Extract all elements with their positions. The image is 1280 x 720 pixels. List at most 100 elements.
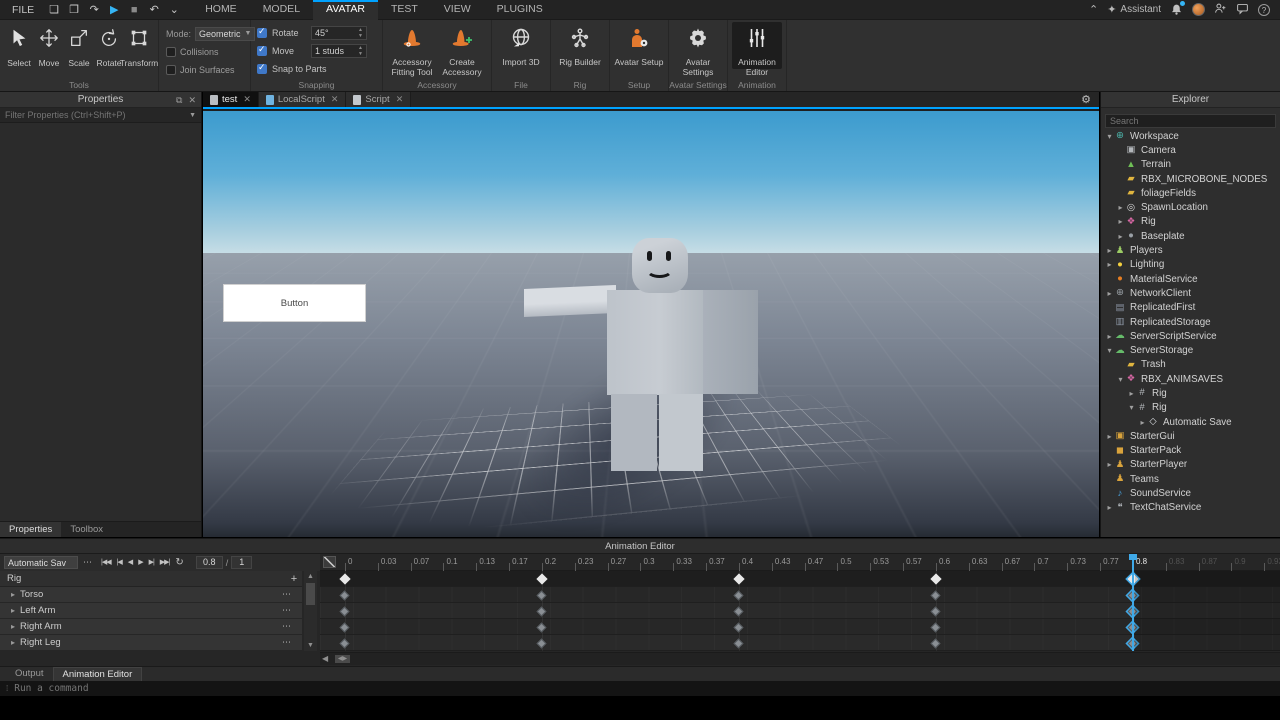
character-left-leg[interactable] bbox=[611, 394, 657, 471]
close-tab-icon[interactable]: ✕ bbox=[331, 94, 339, 105]
move-snap-value[interactable]: 1 studs▲▼ bbox=[311, 44, 367, 58]
expand-arrow-icon[interactable]: ▸ bbox=[8, 638, 18, 647]
tool-scale-button[interactable]: Scale bbox=[64, 23, 94, 68]
character-right-arm[interactable] bbox=[703, 290, 758, 394]
tracks-vertical-scrollbar[interactable]: ▲ ▼ bbox=[304, 571, 317, 651]
play-icon[interactable]: ▶ bbox=[106, 1, 122, 19]
tab-toolbox[interactable]: Toolbox bbox=[61, 522, 112, 537]
tree-item-terrain[interactable]: ▲Terrain bbox=[1101, 158, 1280, 172]
close-panel-icon[interactable]: ✕ bbox=[188, 92, 196, 108]
rotate-snap-checkbox[interactable] bbox=[257, 28, 267, 38]
step-forward-button[interactable]: ▶| bbox=[146, 555, 157, 570]
tree-item-workspace[interactable]: ▾⊕Workspace bbox=[1101, 129, 1280, 143]
loop-button[interactable]: ↻ bbox=[172, 555, 186, 570]
tree-item-trash[interactable]: ▰Trash bbox=[1101, 358, 1280, 372]
timeline[interactable]: 00.030.070.10.130.170.20.230.270.30.330.… bbox=[320, 554, 1280, 666]
expand-arrow-icon[interactable]: ▸ bbox=[1105, 432, 1114, 441]
timeline-horizontal-scrollbar[interactable]: ◀ ◀▶ bbox=[320, 652, 1280, 665]
tree-item-rig[interactable]: ▸❖Rig bbox=[1101, 215, 1280, 229]
dock-tab-animation-editor[interactable]: Animation Editor bbox=[53, 667, 143, 681]
create-accessory-button[interactable]: Create Accessory bbox=[437, 22, 487, 69]
total-time-field[interactable]: 1 bbox=[231, 556, 252, 569]
popout-panel-icon[interactable]: ⧉ bbox=[176, 92, 182, 108]
notifications-bell-icon[interactable] bbox=[1170, 3, 1183, 16]
play-reverse-button[interactable]: ◀ bbox=[125, 555, 135, 570]
add-track-button[interactable]: + bbox=[286, 573, 302, 585]
playhead-line[interactable] bbox=[1132, 554, 1134, 651]
expand-arrow-icon[interactable]: ▾ bbox=[1127, 403, 1136, 412]
skip-to-start-button[interactable]: |◀◀ bbox=[98, 555, 114, 570]
track-menu-button[interactable]: ⋯ bbox=[280, 589, 294, 600]
filter-properties-input[interactable] bbox=[5, 110, 186, 120]
comments-icon[interactable] bbox=[1236, 2, 1249, 18]
step-back-button[interactable]: |◀ bbox=[114, 555, 125, 570]
menu-tab-avatar[interactable]: AVATAR bbox=[313, 0, 378, 20]
document-tab-localscript[interactable]: LocalScript✕ bbox=[259, 92, 347, 107]
scrollbar-thumb[interactable] bbox=[306, 583, 315, 605]
move-snap-checkbox[interactable] bbox=[257, 46, 267, 56]
tree-item-startergui[interactable]: ▸▣StarterGui bbox=[1101, 429, 1280, 443]
animation-menu-button[interactable]: ⋯ bbox=[81, 557, 95, 568]
more-dropdown-icon[interactable]: ⌄ bbox=[166, 1, 182, 19]
scroll-down-icon[interactable]: ▼ bbox=[304, 640, 317, 651]
animation-name-field[interactable] bbox=[4, 556, 78, 569]
track-row-left-arm[interactable]: ▸Left Arm⋯ bbox=[0, 603, 302, 619]
expand-arrow-icon[interactable]: ▸ bbox=[8, 590, 18, 599]
tree-item-spawnlocation[interactable]: ▸◎SpawnLocation bbox=[1101, 200, 1280, 214]
tree-item-serverscriptservice[interactable]: ▸☁ServerScriptService bbox=[1101, 329, 1280, 343]
animation-editor-button[interactable]: Animation Editor bbox=[732, 22, 782, 69]
expand-arrow-icon[interactable]: ▸ bbox=[1105, 289, 1114, 298]
character-torso[interactable] bbox=[607, 290, 703, 395]
tree-item-networkclient[interactable]: ▸⊕NetworkClient bbox=[1101, 286, 1280, 300]
expand-arrow-icon[interactable]: ▸ bbox=[1105, 460, 1114, 469]
import-3d-button[interactable]: Import 3D bbox=[496, 22, 546, 69]
expand-arrow-icon[interactable]: ▾ bbox=[1105, 132, 1114, 141]
gui-button-overlay[interactable]: Button bbox=[223, 284, 366, 322]
tree-item-starterplayer[interactable]: ▸♟StarterPlayer bbox=[1101, 458, 1280, 472]
tree-item-baseplate[interactable]: ▸●Baseplate bbox=[1101, 229, 1280, 243]
redo-icon[interactable]: ↷ bbox=[86, 1, 102, 19]
stepper-arrows-icon[interactable]: ▲▼ bbox=[358, 45, 363, 57]
document-tab-script[interactable]: Script✕ bbox=[346, 92, 411, 107]
tree-item-rig[interactable]: ▸#Rig bbox=[1101, 386, 1280, 400]
expand-arrow-icon[interactable]: ▸ bbox=[1116, 217, 1125, 226]
accessory-fitting-tool-button[interactable]: Accessory Fitting Tool bbox=[387, 22, 437, 69]
collisions-checkbox[interactable] bbox=[166, 47, 176, 57]
track-row-right-arm[interactable]: ▸Right Arm⋯ bbox=[0, 619, 302, 635]
mode-dropdown[interactable]: Geometric ▼ bbox=[195, 27, 255, 41]
skip-to-end-button[interactable]: ▶▶| bbox=[157, 555, 173, 570]
character-right-leg[interactable] bbox=[659, 394, 703, 471]
tool-transform-button[interactable]: Transform bbox=[124, 23, 154, 68]
expand-arrow-icon[interactable]: ▾ bbox=[1105, 346, 1114, 355]
add-collaborator-icon[interactable] bbox=[1214, 2, 1227, 18]
track-row-right-leg[interactable]: ▸Right Leg⋯ bbox=[0, 635, 302, 651]
stop-icon[interactable]: ■ bbox=[126, 1, 142, 19]
explorer-search-input[interactable] bbox=[1105, 114, 1276, 128]
rig-summary-row[interactable]: Rig + bbox=[0, 571, 302, 587]
viewport-3d[interactable]: Button bbox=[203, 111, 1099, 537]
tree-item-rig[interactable]: ▾#Rig bbox=[1101, 401, 1280, 415]
expand-arrow-icon[interactable]: ▸ bbox=[1105, 503, 1114, 512]
tree-item-players[interactable]: ▸♟Players bbox=[1101, 243, 1280, 257]
stepper-arrows-icon[interactable]: ▲▼ bbox=[358, 27, 363, 39]
tool-select-button[interactable]: Select bbox=[4, 23, 34, 68]
open-file-icon[interactable]: ❐ bbox=[66, 1, 82, 19]
command-input[interactable] bbox=[14, 683, 1280, 694]
menu-tab-plugins[interactable]: PLUGINS bbox=[484, 0, 556, 20]
file-menu[interactable]: FILE bbox=[0, 0, 46, 20]
tree-item-serverstorage[interactable]: ▾☁ServerStorage bbox=[1101, 343, 1280, 357]
expand-arrow-icon[interactable]: ▸ bbox=[1105, 260, 1114, 269]
help-icon[interactable]: ? bbox=[1258, 4, 1270, 16]
close-tab-icon[interactable]: ✕ bbox=[243, 94, 251, 105]
collapse-ribbon-icon[interactable]: ⌃ bbox=[1089, 3, 1098, 16]
expand-arrow-icon[interactable]: ▸ bbox=[8, 622, 18, 631]
expand-arrow-icon[interactable]: ▸ bbox=[1138, 418, 1147, 427]
track-menu-button[interactable]: ⋯ bbox=[280, 621, 294, 632]
avatar-setup-button[interactable]: Avatar Setup bbox=[614, 22, 664, 69]
expand-arrow-icon[interactable]: ▸ bbox=[1127, 389, 1136, 398]
join-surfaces-checkbox-row[interactable]: Join Surfaces bbox=[166, 61, 250, 79]
expand-arrow-icon[interactable]: ▸ bbox=[8, 606, 18, 615]
character-left-arm[interactable] bbox=[524, 285, 616, 317]
tree-item-replicatedfirst[interactable]: ▤ReplicatedFirst bbox=[1101, 301, 1280, 315]
rotate-snap-value[interactable]: 45°▲▼ bbox=[311, 26, 367, 40]
